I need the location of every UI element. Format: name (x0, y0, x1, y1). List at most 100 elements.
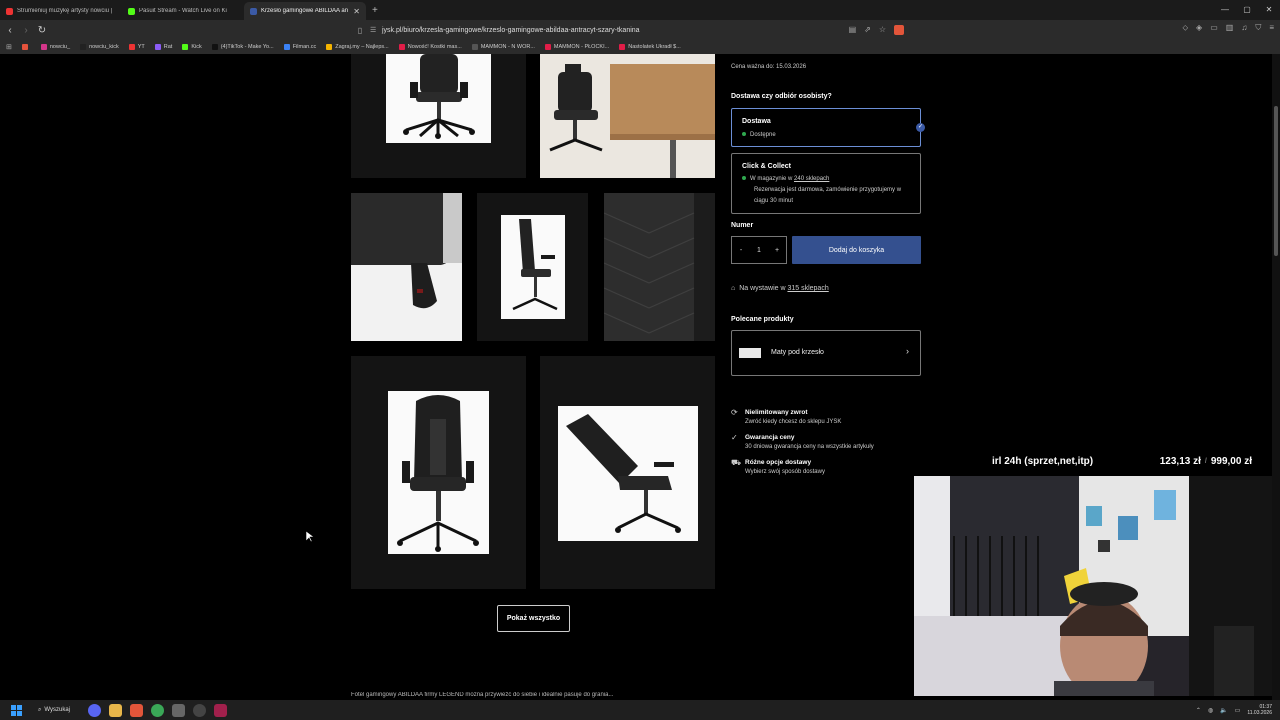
fabric-stitching-photo (604, 193, 715, 341)
gallery-tile[interactable] (351, 54, 526, 178)
scrollbar-thumb[interactable] (1274, 106, 1278, 256)
add-to-cart-button[interactable]: Dodaj do koszyka (792, 236, 921, 264)
battery-icon[interactable]: ▭ (1235, 707, 1241, 714)
reader-icon[interactable]: ▤ (849, 25, 857, 35)
tray-chevron-icon[interactable]: ⌃ (1196, 707, 1201, 714)
chair-side-view (512, 219, 558, 311)
url-field[interactable]: ▯ ☰ jysk.pl/biuro/krzesla-gamingowe/krze… (350, 22, 910, 38)
delivery-question: Dostawa czy odbiór osobisty? (731, 93, 832, 100)
bookmark-item[interactable]: Zagraj.my – Najleps... (326, 44, 389, 50)
product-image[interactable] (540, 54, 715, 178)
volume-icon[interactable]: 🔈 (1220, 707, 1227, 714)
streaming-app-icon[interactable] (214, 703, 227, 717)
bookmark-label: YT (137, 44, 145, 50)
explorer-icon[interactable] (109, 703, 122, 717)
maximize-icon[interactable]: ▢ (1236, 0, 1258, 20)
bookmark-icon[interactable]: ▯ (350, 26, 370, 35)
bookmark-favicon-icon (80, 44, 87, 50)
gallery-tile[interactable] (540, 356, 715, 589)
quantity-plus-button[interactable]: + (768, 247, 786, 254)
bookmark-item[interactable]: Kick (182, 44, 202, 50)
bookmark-item[interactable]: Filman.cc (283, 44, 316, 50)
bookmark-label: MAMMON - PŁOCKI... (553, 44, 610, 50)
app-icon[interactable] (172, 703, 185, 717)
search-icon: ⌕ (38, 706, 42, 713)
product-image[interactable] (501, 215, 565, 319)
product-image[interactable] (558, 406, 698, 541)
windows-taskbar: ⌕ Wyszukaj ⌃ ◍ 🔈 ▭ 01:37 11.03.2026 (0, 700, 1280, 720)
bookmark-favicon-icon (326, 44, 333, 50)
bookmark-item[interactable] (21, 44, 31, 50)
music-icon[interactable]: ♫ (1241, 23, 1247, 33)
brave-shields-icon[interactable] (894, 25, 904, 35)
apps-grid-icon[interactable]: ⊞ (6, 43, 12, 51)
bookmark-item[interactable]: Nastolatek Ukradł $... (619, 44, 681, 50)
minimize-icon[interactable]: — (1214, 0, 1236, 20)
bookmark-item[interactable]: Nowość! Kostki mas... (398, 44, 462, 50)
benefit-text: 30 dniowa gwarancja ceny na wszystkie ar… (745, 444, 874, 450)
reload-icon[interactable]: ↻ (34, 25, 50, 36)
benefit-title: Gwarancja ceny (745, 434, 795, 441)
quantity-input[interactable]: 1 (750, 247, 768, 254)
brave-icon[interactable] (130, 703, 143, 717)
favorite-icon[interactable]: ☆ (879, 25, 886, 35)
bookmark-item[interactable]: MAMMON - PŁOCKI... (544, 44, 610, 50)
quantity-stepper[interactable]: - 1 + (731, 236, 787, 264)
click-collect-option[interactable]: Click & Collect W magazynie w 240 sklepa… (731, 153, 921, 214)
product-image[interactable] (386, 54, 491, 143)
product-image[interactable] (604, 193, 715, 341)
site-info-icon[interactable]: ☰ (370, 26, 382, 34)
system-tray: ⌃ ◍ 🔈 ▭ 01:37 11.03.2026 (1196, 700, 1272, 720)
tab-jysk[interactable]: Krzesło gamingowe ABILDAA an ✕ (244, 2, 366, 20)
obs-icon[interactable] (193, 703, 206, 717)
bookmark-item[interactable]: Rat (154, 44, 173, 50)
taskbar-clock[interactable]: 01:37 11.03.2026 (1247, 704, 1272, 716)
menu-icon[interactable]: ≡ (1269, 23, 1274, 33)
bookmark-label: Kick (191, 44, 202, 50)
recommended-item[interactable]: Maty pod krzesło › (731, 330, 921, 376)
bookmark-item[interactable]: nowciu_ (40, 44, 70, 50)
bookmark-item[interactable]: YT (128, 44, 145, 50)
close-tab-icon[interactable]: ✕ (353, 7, 360, 16)
bookmark-item[interactable]: MAMMON - N WOR... (471, 44, 535, 50)
new-tab-button[interactable]: + (372, 5, 378, 16)
bookmark-item[interactable]: nowciu_kick (80, 44, 119, 50)
close-window-icon[interactable]: ✕ (1258, 0, 1280, 20)
extension-icon[interactable]: ◈ (1196, 23, 1202, 33)
tab-youtube[interactable]: Strumieniuj muzykę artysty nowciu | (0, 2, 122, 20)
network-icon[interactable]: ◍ (1208, 707, 1213, 714)
chrome-icon[interactable] (151, 703, 164, 717)
forward-icon[interactable]: › (18, 25, 34, 36)
display-stores-link[interactable]: 315 sklepach (787, 285, 828, 292)
benefit-text: Zwróć kiedy chcesz do sklepu JYSK (745, 419, 842, 425)
in-store-display: ⌂ Na wystawie w 315 sklepach (731, 285, 829, 292)
tab-kick[interactable]: Pasuit Stream - Watch Live on Ki (122, 2, 244, 20)
bookmark-label: Rat (163, 44, 173, 50)
gallery-tile[interactable] (540, 54, 715, 178)
gallery-tile[interactable] (477, 193, 588, 341)
delivery-option[interactable]: Dostawa Dostępne (731, 108, 921, 147)
discord-icon[interactable] (88, 703, 101, 717)
gallery-tile[interactable] (351, 356, 526, 589)
sidebar-icon[interactable]: ▥ (1226, 23, 1234, 33)
bookmark-favicon-icon (619, 44, 626, 50)
wallet-icon[interactable]: ▭ (1210, 23, 1218, 33)
available-dot-icon (742, 176, 746, 181)
vpn-icon[interactable]: ⬦ (1182, 23, 1188, 33)
product-image[interactable] (388, 391, 489, 554)
windows-start-icon[interactable] (8, 702, 24, 718)
share-icon[interactable]: ⇗ (864, 25, 871, 35)
bookmark-label: (4)TikTok - Make Yo... (220, 44, 274, 50)
shield-icon[interactable]: ⛉ (1255, 23, 1261, 33)
bookmark-item[interactable]: (4)TikTok - Make Yo... (211, 44, 274, 50)
quantity-minus-button[interactable]: - (732, 247, 750, 254)
url-text[interactable]: jysk.pl/biuro/krzesla-gamingowe/krzeslo-… (382, 27, 849, 34)
back-icon[interactable]: ‹ (2, 25, 18, 36)
page-scrollbar[interactable] (1272, 54, 1280, 700)
show-all-button[interactable]: Pokaż wszystko (497, 605, 570, 632)
armrest-detail-photo (351, 193, 462, 341)
product-image[interactable] (351, 193, 462, 341)
stock-stores-link[interactable]: 240 sklepach (794, 176, 829, 182)
goal-label: irl 24h (sprzet,net,itp) (992, 455, 1094, 467)
taskbar-search[interactable]: ⌕ Wyszukaj (38, 707, 70, 714)
